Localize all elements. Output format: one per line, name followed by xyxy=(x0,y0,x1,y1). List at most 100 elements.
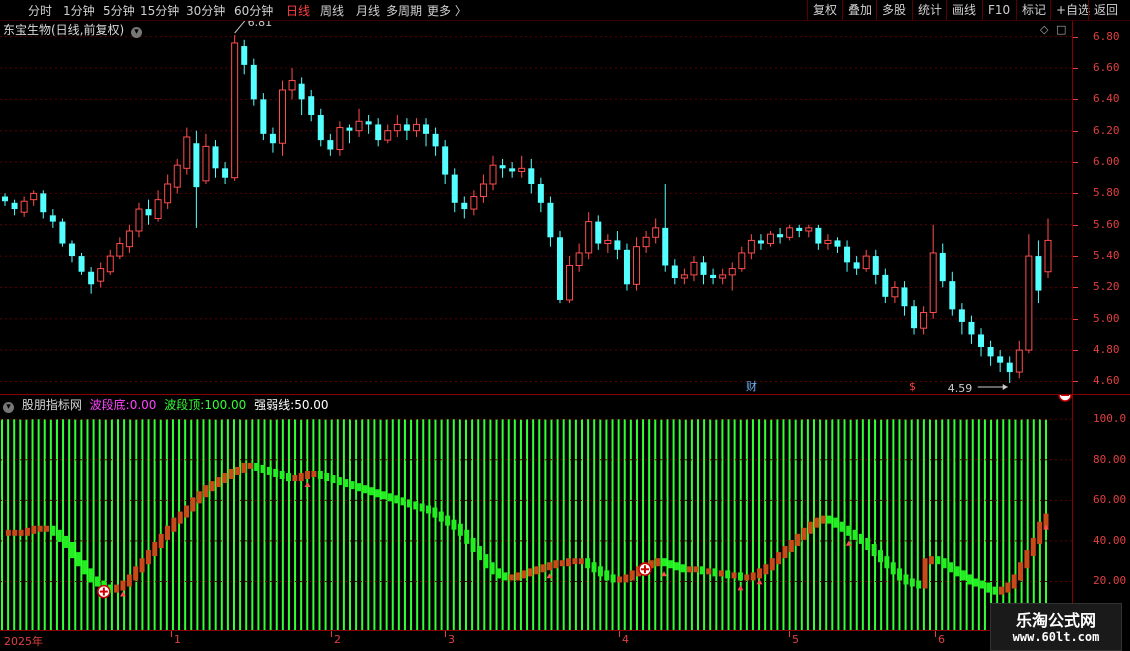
candle[interactable] xyxy=(412,118,420,137)
candle[interactable] xyxy=(403,118,410,141)
candle[interactable] xyxy=(173,158,181,194)
candle[interactable] xyxy=(968,315,975,344)
candle[interactable] xyxy=(604,234,612,253)
candle[interactable] xyxy=(805,224,813,238)
period-tab-8[interactable]: 月线 xyxy=(356,2,380,19)
candle[interactable] xyxy=(183,127,191,175)
candle[interactable] xyxy=(489,155,497,191)
candle[interactable] xyxy=(719,268,727,285)
candle[interactable] xyxy=(987,340,994,366)
candle[interactable] xyxy=(844,240,851,272)
dropdown-icon[interactable]: ▾ xyxy=(131,27,143,38)
period-tab-1[interactable]: 1分钟 xyxy=(63,2,95,19)
candle[interactable] xyxy=(796,224,803,238)
stats-button[interactable]: 统计 xyxy=(912,0,947,20)
candle[interactable] xyxy=(298,77,305,116)
candle[interactable] xyxy=(623,243,630,291)
candle[interactable] xyxy=(509,162,516,178)
candle[interactable] xyxy=(547,196,554,247)
candle[interactable] xyxy=(59,218,66,247)
candle[interactable] xyxy=(432,127,439,156)
candle[interactable] xyxy=(939,243,946,288)
candle[interactable] xyxy=(690,256,698,282)
candle[interactable] xyxy=(767,231,775,247)
candle[interactable] xyxy=(891,281,899,304)
candle[interactable] xyxy=(633,237,641,291)
multi-stock-button[interactable]: 多股 xyxy=(876,0,911,20)
candle[interactable] xyxy=(662,183,669,272)
candle[interactable] xyxy=(518,155,526,178)
candle[interactable] xyxy=(834,237,841,253)
candle[interactable] xyxy=(2,193,8,206)
candle[interactable] xyxy=(1035,240,1042,304)
candle[interactable] xyxy=(777,227,784,244)
period-tab-6[interactable]: 日线 xyxy=(286,2,310,19)
candle[interactable] xyxy=(700,256,707,285)
candle[interactable] xyxy=(997,350,1004,373)
candle[interactable] xyxy=(872,249,879,285)
candle[interactable] xyxy=(193,130,200,228)
fuquan-button[interactable]: 复权 xyxy=(807,0,842,20)
kline-chart-panel[interactable]: 6.81 4.59 财 $ 东宝生物(日线,前复权) ▾ ◇ □ xyxy=(0,16,1073,395)
candle[interactable] xyxy=(575,243,583,272)
candle[interactable] xyxy=(241,39,248,75)
candle[interactable] xyxy=(815,224,822,250)
candle[interactable] xyxy=(1006,356,1013,384)
period-tab-3[interactable]: 15分钟 xyxy=(140,2,179,19)
candle[interactable] xyxy=(393,115,401,137)
period-tab-2[interactable]: 5分钟 xyxy=(103,2,135,19)
candle[interactable] xyxy=(317,108,324,147)
candle[interactable] xyxy=(1025,234,1033,354)
candle[interactable] xyxy=(222,162,229,184)
candle[interactable] xyxy=(1044,218,1052,279)
candle[interactable] xyxy=(479,174,487,203)
period-tab-10[interactable]: 更多 〉 xyxy=(427,2,467,19)
overlay-button[interactable]: 叠加 xyxy=(842,0,877,20)
candle[interactable] xyxy=(853,256,860,275)
candle[interactable] xyxy=(585,212,593,260)
candle[interactable] xyxy=(78,252,85,275)
candle[interactable] xyxy=(423,118,430,147)
candle[interactable] xyxy=(738,246,746,272)
candle[interactable] xyxy=(862,249,870,272)
finance-badge[interactable]: 财 xyxy=(746,379,757,393)
candle[interactable] xyxy=(11,199,18,216)
candle[interactable] xyxy=(269,127,276,153)
draw-line-button[interactable]: 画线 xyxy=(946,0,981,20)
back-button[interactable]: 返回 xyxy=(1088,0,1123,20)
candle[interactable] xyxy=(652,218,660,244)
candle[interactable] xyxy=(901,281,908,316)
candle[interactable] xyxy=(346,124,353,144)
candle[interactable] xyxy=(116,237,124,260)
candle[interactable] xyxy=(375,118,382,147)
candle[interactable] xyxy=(470,190,478,216)
indicator-panel[interactable]: ▾ 股朋指标网 波段底:0.00 波段顶:100.00 强弱线:50.00 xyxy=(0,388,1073,630)
candle[interactable] xyxy=(882,268,889,304)
candle[interactable] xyxy=(106,249,114,275)
candle[interactable] xyxy=(30,190,38,206)
period-tab-7[interactable]: 周线 xyxy=(320,2,344,19)
candle[interactable] xyxy=(556,231,563,304)
candle[interactable] xyxy=(528,158,535,194)
candle[interactable] xyxy=(336,121,344,156)
candle[interactable] xyxy=(384,124,392,144)
candle[interactable] xyxy=(451,168,458,213)
candle[interactable] xyxy=(929,224,937,319)
candle[interactable] xyxy=(212,140,219,178)
candle[interactable] xyxy=(68,240,75,263)
candle[interactable] xyxy=(288,68,296,100)
candle[interactable] xyxy=(537,177,544,213)
candle[interactable] xyxy=(164,174,172,210)
candle[interactable] xyxy=(1015,340,1023,379)
candle[interactable] xyxy=(125,224,133,253)
candle[interactable] xyxy=(680,268,688,285)
candle[interactable] xyxy=(355,108,363,137)
candle[interactable] xyxy=(20,196,28,217)
candle[interactable] xyxy=(920,306,928,335)
candle[interactable] xyxy=(327,133,334,156)
candle[interactable] xyxy=(671,259,678,285)
candle[interactable] xyxy=(566,256,574,304)
candle[interactable] xyxy=(710,268,717,285)
candle[interactable] xyxy=(97,262,105,288)
candle[interactable] xyxy=(614,231,621,260)
